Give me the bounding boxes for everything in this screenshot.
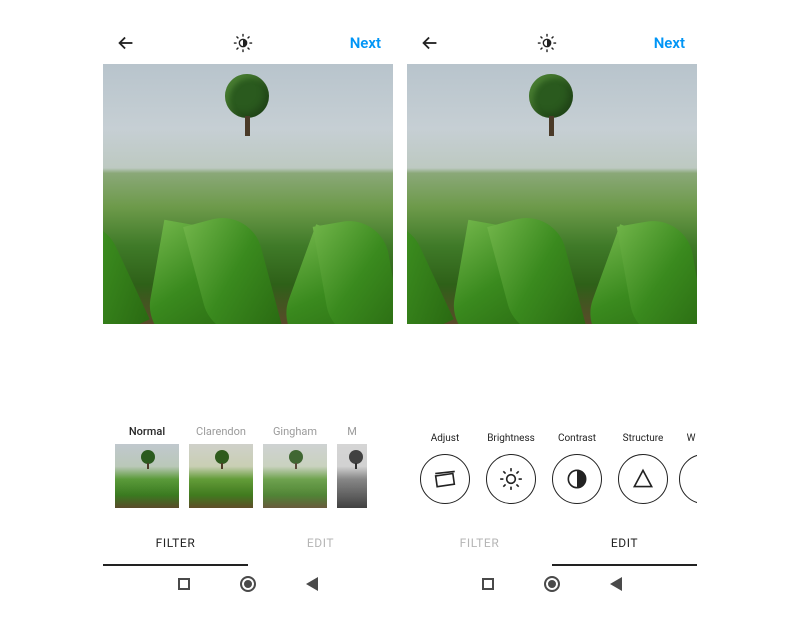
filter-thumb: [189, 444, 253, 508]
tab-filter[interactable]: FILTER: [103, 522, 248, 566]
filter-label: Gingham: [263, 425, 327, 438]
filter-item-gingham[interactable]: Gingham: [263, 425, 327, 508]
edit-tools-list[interactable]: Adjust Brightness Contrast Structure W: [407, 413, 697, 522]
lux-icon[interactable]: [232, 32, 254, 54]
tool-label: Structure: [613, 433, 673, 444]
filter-label: Clarendon: [189, 425, 253, 438]
lux-icon[interactable]: [536, 32, 558, 54]
filter-item-partial[interactable]: M: [337, 425, 367, 508]
back-icon[interactable]: [419, 32, 441, 54]
phone-edit-screen: Next Adjust Brightness Contrast: [407, 22, 697, 602]
tool-partial[interactable]: W: [679, 433, 697, 504]
tab-filter[interactable]: FILTER: [407, 522, 552, 566]
tool-contrast[interactable]: Contrast: [547, 433, 607, 504]
navbar-back-icon[interactable]: [610, 577, 622, 591]
tool-label: Brightness: [481, 433, 541, 444]
tab-edit[interactable]: EDIT: [552, 522, 697, 566]
android-navbar: [407, 566, 697, 602]
filter-thumb: [115, 444, 179, 508]
filter-item-normal[interactable]: Normal: [115, 425, 179, 508]
filter-label: M: [337, 425, 367, 438]
android-navbar: [103, 566, 393, 602]
bottom-tabs: FILTER EDIT: [103, 522, 393, 566]
warmth-icon: [679, 454, 697, 504]
filter-thumb: [337, 444, 367, 508]
navbar-home-icon[interactable]: [240, 576, 256, 592]
filter-list[interactable]: Normal Clarendon Gingham M: [103, 407, 393, 522]
next-button[interactable]: Next: [654, 34, 685, 52]
bottom-tabs: FILTER EDIT: [407, 522, 697, 566]
filter-label: Normal: [115, 425, 179, 438]
navbar-recent-icon[interactable]: [178, 578, 190, 590]
navbar-recent-icon[interactable]: [482, 578, 494, 590]
next-button[interactable]: Next: [350, 34, 381, 52]
tool-label: W: [679, 433, 697, 444]
tool-label: Contrast: [547, 433, 607, 444]
filter-item-clarendon[interactable]: Clarendon: [189, 425, 253, 508]
structure-icon: [618, 454, 668, 504]
brightness-icon: [486, 454, 536, 504]
image-preview[interactable]: [103, 64, 393, 324]
contrast-icon: [552, 454, 602, 504]
adjust-icon: [420, 454, 470, 504]
tab-edit[interactable]: EDIT: [248, 522, 393, 566]
phone-filter-screen: Next Normal Clarendon Gingham M F: [103, 22, 393, 602]
tool-adjust[interactable]: Adjust: [415, 433, 475, 504]
filter-thumb: [263, 444, 327, 508]
tool-label: Adjust: [415, 433, 475, 444]
navbar-back-icon[interactable]: [306, 577, 318, 591]
header: Next: [103, 22, 393, 64]
back-icon[interactable]: [115, 32, 137, 54]
image-preview[interactable]: [407, 64, 697, 324]
header: Next: [407, 22, 697, 64]
tool-structure[interactable]: Structure: [613, 433, 673, 504]
navbar-home-icon[interactable]: [544, 576, 560, 592]
tool-brightness[interactable]: Brightness: [481, 433, 541, 504]
